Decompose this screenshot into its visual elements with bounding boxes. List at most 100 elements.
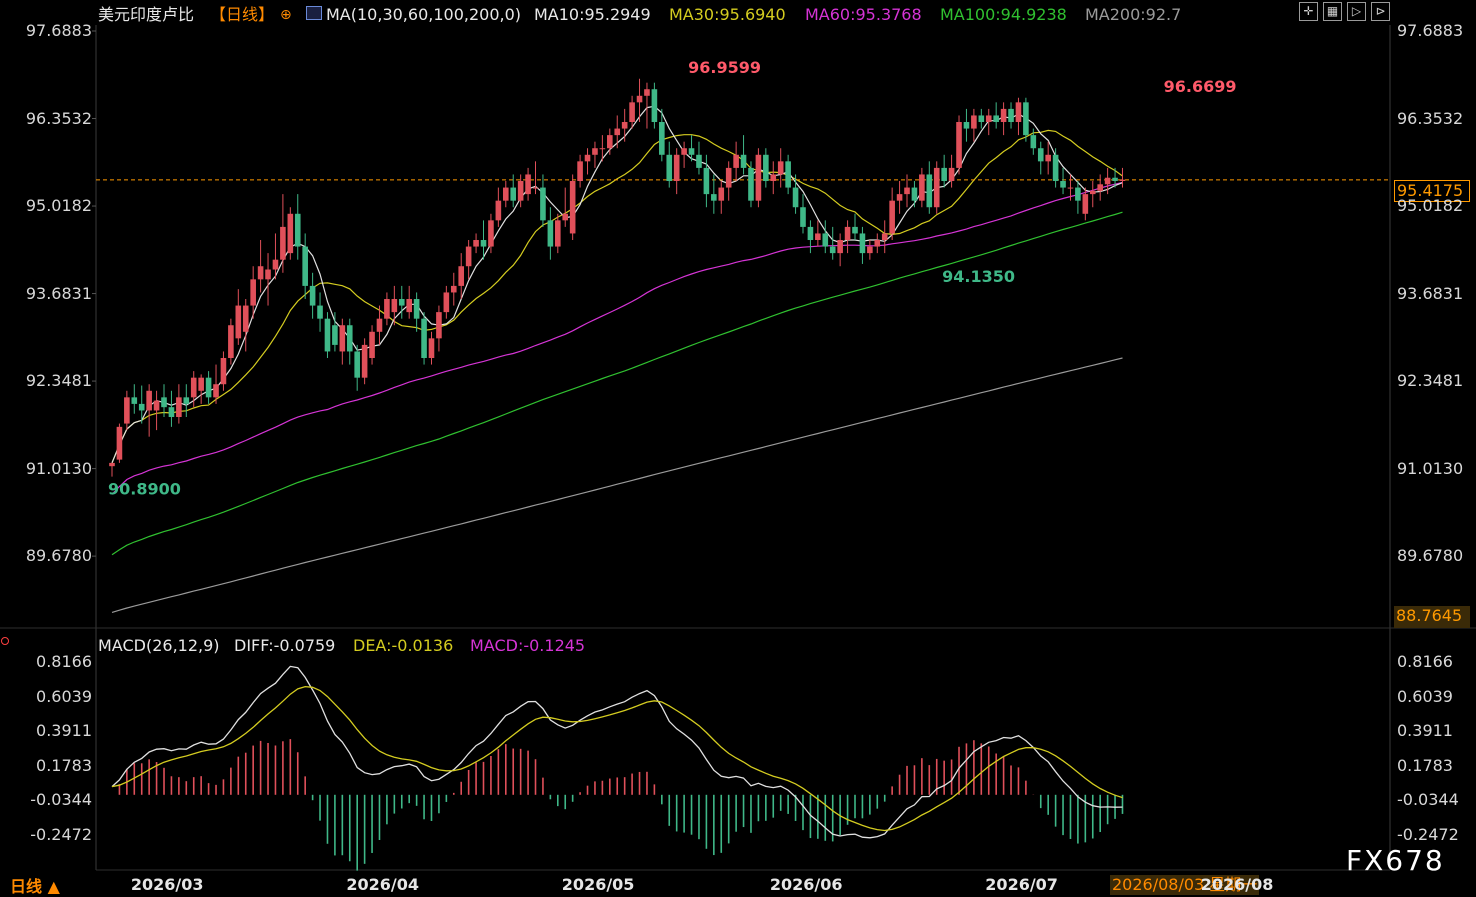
candle-down <box>168 407 175 418</box>
candle-up <box>146 390 152 411</box>
target-icon[interactable] <box>1 637 9 645</box>
y-tick-label-left: 97.6883 <box>25 21 92 40</box>
candle-down <box>398 299 405 306</box>
candle-down <box>666 154 673 182</box>
candle-up <box>904 187 910 195</box>
indicator-settings-icon[interactable] <box>306 6 322 20</box>
candle-up <box>874 240 881 247</box>
candle-down <box>421 318 427 359</box>
period-tag[interactable]: 【日线】 <box>210 5 274 25</box>
extreme-label: 94.1350 <box>942 267 1015 286</box>
candle-up <box>465 246 472 267</box>
candle-down <box>183 397 190 404</box>
extreme-label: 96.6699 <box>1164 77 1237 96</box>
period-switch[interactable]: 日线 ▲ <box>10 877 60 897</box>
x-tick-label: 2026/06 <box>769 875 843 894</box>
candle-down <box>763 154 769 182</box>
candle-up <box>948 167 955 182</box>
candle-up <box>220 358 227 385</box>
candle-up <box>369 331 375 359</box>
candle-down <box>911 187 918 201</box>
candle-up <box>562 213 569 221</box>
candle-up <box>867 246 873 254</box>
candle-up <box>577 161 583 182</box>
x-tick-label: 2026/08 <box>1200 875 1274 894</box>
candle-up <box>525 174 531 195</box>
candle-up <box>956 122 962 168</box>
ma100-value: MA100:94.9238 <box>940 5 1067 24</box>
candle-up <box>265 269 271 280</box>
y-tick-label-left: 95.0182 <box>25 196 92 216</box>
y-tick-label-left: 92.3481 <box>25 371 92 391</box>
candle-up <box>502 187 509 201</box>
candle-down <box>993 115 999 123</box>
y-tick-label-right: 89.6780 <box>1397 546 1464 566</box>
candle-up <box>1082 194 1089 214</box>
candle-down <box>822 233 829 247</box>
candle-down <box>696 154 702 168</box>
candle-down <box>978 115 985 123</box>
candle-down <box>800 207 806 227</box>
candle-up <box>555 220 561 247</box>
candle-down <box>1037 148 1044 162</box>
macd-y-tick-label-left: -0.0344 <box>30 790 92 810</box>
candle-down <box>510 187 517 201</box>
candle-up <box>1104 177 1111 185</box>
candle-up <box>272 259 279 270</box>
candle-down <box>926 174 933 208</box>
candle-down <box>659 122 665 155</box>
step-frame-icon[interactable]: ⊳ <box>1371 2 1390 21</box>
candle-down <box>131 397 138 404</box>
candle-up <box>933 167 940 208</box>
y-tick-label-right: 93.6831 <box>1397 283 1464 303</box>
watermark-logo: FX678 <box>1346 844 1445 877</box>
candle-up <box>176 397 182 418</box>
candle-down <box>540 187 546 221</box>
macd-diff-value: DIFF:-0.0759 <box>234 636 336 655</box>
candle-down <box>324 318 331 352</box>
candle-up <box>361 344 368 378</box>
candle-up <box>770 174 777 182</box>
candle-up <box>190 377 197 398</box>
chart-canvas[interactable]: 96.9599 96.6699 94.1350 90.8900 <box>0 0 1476 897</box>
candle-up <box>532 187 539 189</box>
candle-down <box>740 154 747 168</box>
candle-up <box>837 240 843 254</box>
crosshair-icon[interactable]: ✛ <box>1299 2 1318 21</box>
plus-circle-icon[interactable]: ⊕ <box>280 5 292 25</box>
candle-down <box>138 403 145 411</box>
candle-up <box>777 161 784 175</box>
candle-up <box>844 226 851 241</box>
macd-y-tick-label-right: 0.6039 <box>1397 686 1453 706</box>
candle-up <box>280 226 286 260</box>
ma30-value: MA30:95.6940 <box>669 5 786 24</box>
candle-up <box>406 299 412 313</box>
ma-params: MA(10,30,60,100,200,0) <box>326 5 521 24</box>
candle-down <box>963 122 970 129</box>
y-tick-label-right: 92.3481 <box>1397 371 1464 391</box>
play-frame-icon[interactable]: ▷ <box>1347 2 1366 21</box>
candle-up <box>124 397 130 424</box>
candle-down <box>1052 154 1059 182</box>
macd-y-tick-label-right: 0.3911 <box>1397 721 1453 741</box>
candle-up <box>971 115 977 129</box>
candle-down <box>807 226 814 241</box>
candle-down <box>859 233 866 254</box>
candle-down <box>1060 181 1066 188</box>
candle-down <box>302 246 308 286</box>
candle-down <box>852 226 858 234</box>
candle-down <box>792 187 799 208</box>
candle-up <box>614 128 621 136</box>
candle-up <box>339 325 346 352</box>
grid-icon[interactable]: ▦ <box>1323 2 1342 21</box>
candle-up <box>376 318 383 332</box>
candle-down <box>941 167 947 182</box>
candle-down <box>785 161 791 188</box>
macd-y-tick-label-right: 0.8166 <box>1397 652 1453 671</box>
y-tick-label-left: 89.6780 <box>25 546 92 566</box>
candle-up <box>889 200 895 234</box>
ma200-line <box>111 357 1123 613</box>
candle-down <box>1075 187 1081 201</box>
candle-up <box>109 462 115 467</box>
axis-min-tag: 88.7645 <box>1394 606 1470 628</box>
